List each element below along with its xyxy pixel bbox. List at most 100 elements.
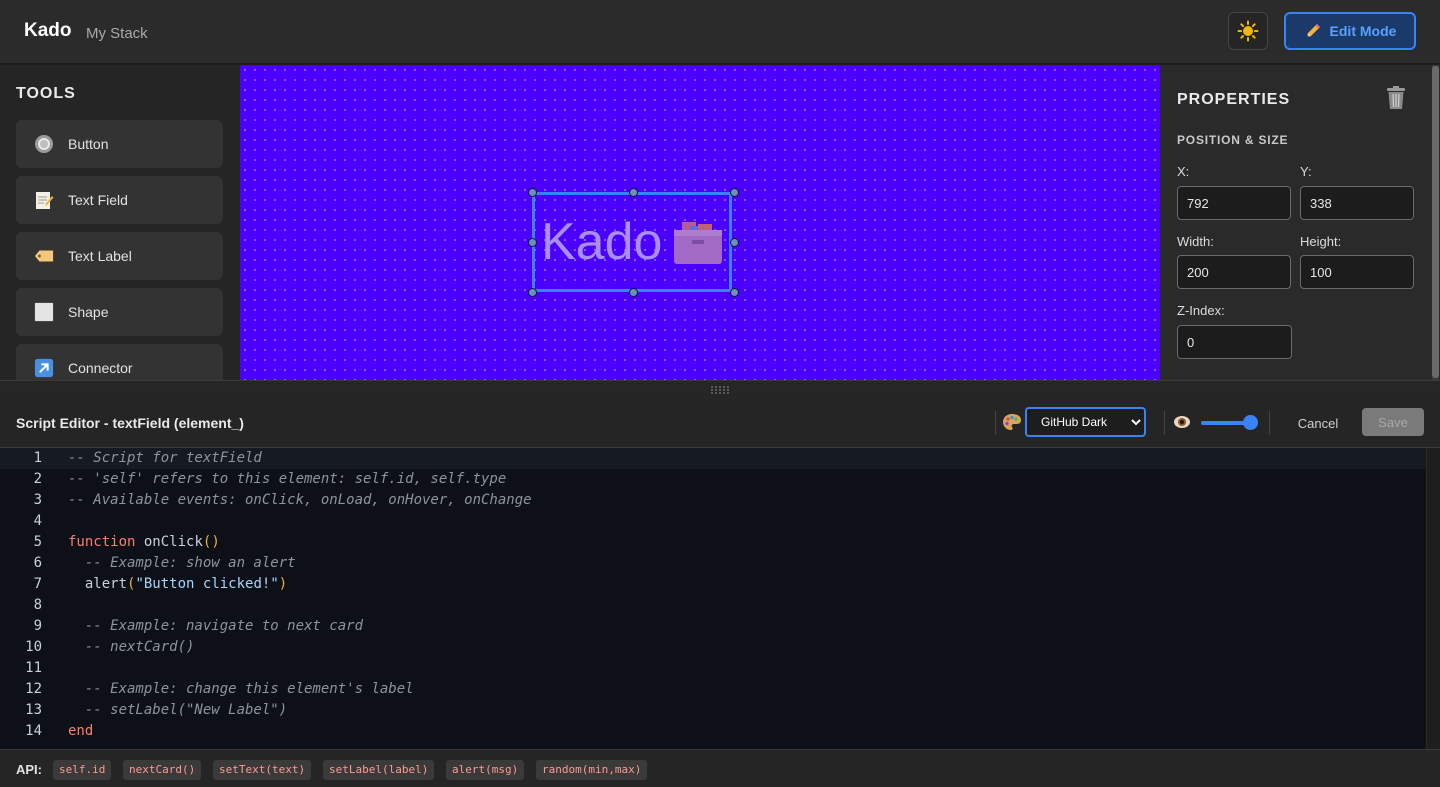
code-text: alert("Button clicked!"): [84, 576, 288, 592]
api-chip[interactable]: setText(text): [213, 760, 312, 780]
code-editor[interactable]: 1 -- Script for textField 2 -- 'self' re…: [0, 448, 1426, 749]
resize-handle-ne[interactable]: [730, 188, 739, 197]
tool-text-field[interactable]: Text Field: [16, 176, 223, 224]
code-text: -- Example: show an alert: [68, 555, 296, 571]
resize-handle-nw[interactable]: [528, 188, 537, 197]
line-number: 5: [33, 534, 42, 550]
code-text: -- 'self' refers to this element: self.i…: [68, 471, 507, 487]
height-input[interactable]: [1300, 255, 1414, 289]
api-chip[interactable]: nextCard(): [123, 760, 202, 780]
stack-name[interactable]: My Stack: [86, 25, 148, 42]
palette-icon: [1003, 414, 1021, 430]
divider: [995, 411, 996, 435]
code-scrollbar[interactable]: [1426, 448, 1440, 749]
selected-element[interactable]: Kado: [528, 188, 739, 297]
width-label: Width:: [1177, 234, 1214, 249]
y-input[interactable]: [1300, 186, 1414, 220]
script-editor-header: Script Editor - textField (element_) Git…: [0, 398, 1440, 448]
trash-icon[interactable]: [1384, 85, 1408, 111]
code-line: 7 alert("Button clicked!"): [0, 574, 1426, 595]
tool-connector[interactable]: Connector: [16, 344, 223, 380]
editor-theme-select[interactable]: GitHub Dark: [1025, 407, 1146, 437]
code-line: 1 -- Script for textField: [0, 448, 1426, 469]
line-number: 11: [25, 660, 42, 676]
tool-shape[interactable]: Shape: [16, 288, 223, 336]
card-file-box-icon: [674, 222, 723, 264]
code-text: -- nextCard(): [68, 639, 195, 655]
code-line: 9 -- Example: navigate to next card: [0, 616, 1426, 637]
resize-handle-se[interactable]: [730, 288, 739, 297]
tool-button[interactable]: Button: [16, 120, 223, 168]
line-number: 14: [25, 723, 42, 739]
grip-icon: [711, 385, 729, 394]
cancel-button[interactable]: Cancel: [1290, 410, 1346, 436]
edit-mode-button[interactable]: Edit Mode: [1284, 12, 1416, 50]
code-line: 14 end: [0, 721, 1426, 742]
properties-panel: PROPERTIES POSITION & SIZE X: Y: Width: …: [1160, 65, 1440, 380]
x-input[interactable]: [1177, 186, 1291, 220]
code-text: -- Available events: onClick, onLoad, on…: [68, 492, 532, 508]
pencil-icon: [1306, 24, 1320, 37]
api-chip[interactable]: random(min,max): [536, 760, 648, 780]
tool-label: Shape: [68, 304, 109, 320]
x-label: X:: [1177, 164, 1190, 179]
line-number: 1: [33, 450, 42, 466]
api-label: API:: [16, 762, 42, 777]
sun-icon: [1237, 20, 1259, 42]
y-label: Y:: [1300, 164, 1312, 179]
opacity-slider-thumb[interactable]: [1243, 415, 1258, 430]
tools-panel: TOOLS Button Text Field Text Label Shape…: [0, 65, 240, 380]
app-title: Kado: [24, 20, 72, 41]
tag-icon: [34, 246, 54, 266]
code-line: 6 -- Example: show an alert: [0, 553, 1426, 574]
code-line: 5 function onClick(): [0, 532, 1426, 553]
code-text: function onClick(): [68, 534, 220, 550]
line-number: 6: [33, 555, 42, 571]
square-icon: [34, 302, 54, 322]
card-canvas[interactable]: Kado: [240, 65, 1160, 380]
panel-resize-handle[interactable]: [0, 380, 1440, 398]
tool-label: Text Label: [68, 248, 132, 264]
properties-title: PROPERTIES: [1177, 91, 1291, 108]
z-index-input[interactable]: [1177, 325, 1292, 359]
api-chip[interactable]: self.id: [53, 760, 112, 780]
save-button[interactable]: Save: [1362, 408, 1424, 436]
line-number: 8: [33, 597, 42, 613]
tool-label: Button: [68, 136, 109, 152]
tool-label: Connector: [68, 360, 133, 376]
width-input[interactable]: [1177, 255, 1291, 289]
script-editor-title: Script Editor - textField (element_): [16, 415, 244, 431]
line-number: 9: [33, 618, 42, 634]
line-number: 7: [33, 576, 42, 592]
divider: [1164, 411, 1165, 435]
resize-handle-sw[interactable]: [528, 288, 537, 297]
radio-button-icon: [34, 134, 54, 154]
code-line: 11: [0, 658, 1426, 679]
line-number: 13: [25, 702, 42, 718]
position-size-section-title: POSITION & SIZE: [1177, 133, 1289, 147]
height-label: Height:: [1300, 234, 1342, 249]
memo-icon: [34, 190, 54, 210]
element-text: Kado: [541, 213, 663, 271]
api-chip[interactable]: setLabel(label): [323, 760, 435, 780]
resize-handle-e[interactable]: [730, 238, 739, 247]
theme-toggle-button[interactable]: [1228, 12, 1268, 50]
resize-handle-s[interactable]: [629, 288, 638, 297]
api-reference-bar: API: self.id nextCard() setText(text) se…: [0, 749, 1440, 787]
line-number: 3: [33, 492, 42, 508]
edit-mode-label: Edit Mode: [1329, 23, 1397, 39]
tool-text-label[interactable]: Text Label: [16, 232, 223, 280]
eye-icon: [1174, 416, 1190, 428]
divider: [1269, 411, 1270, 435]
code-text: -- Example: change this element's label: [68, 681, 414, 697]
code-line: 13 -- setLabel("New Label"): [0, 700, 1426, 721]
api-chip[interactable]: alert(msg): [446, 760, 525, 780]
properties-scroll-thumb[interactable]: [1432, 66, 1439, 378]
code-text: -- Script for textField: [68, 450, 262, 466]
top-bar: Kado My Stack Edit Mode: [0, 0, 1440, 64]
resize-handle-n[interactable]: [629, 188, 638, 197]
code-line: 8: [0, 595, 1426, 616]
resize-handle-w[interactable]: [528, 238, 537, 247]
code-text: -- setLabel("New Label"): [68, 702, 288, 718]
code-line: 10 -- nextCard(): [0, 637, 1426, 658]
